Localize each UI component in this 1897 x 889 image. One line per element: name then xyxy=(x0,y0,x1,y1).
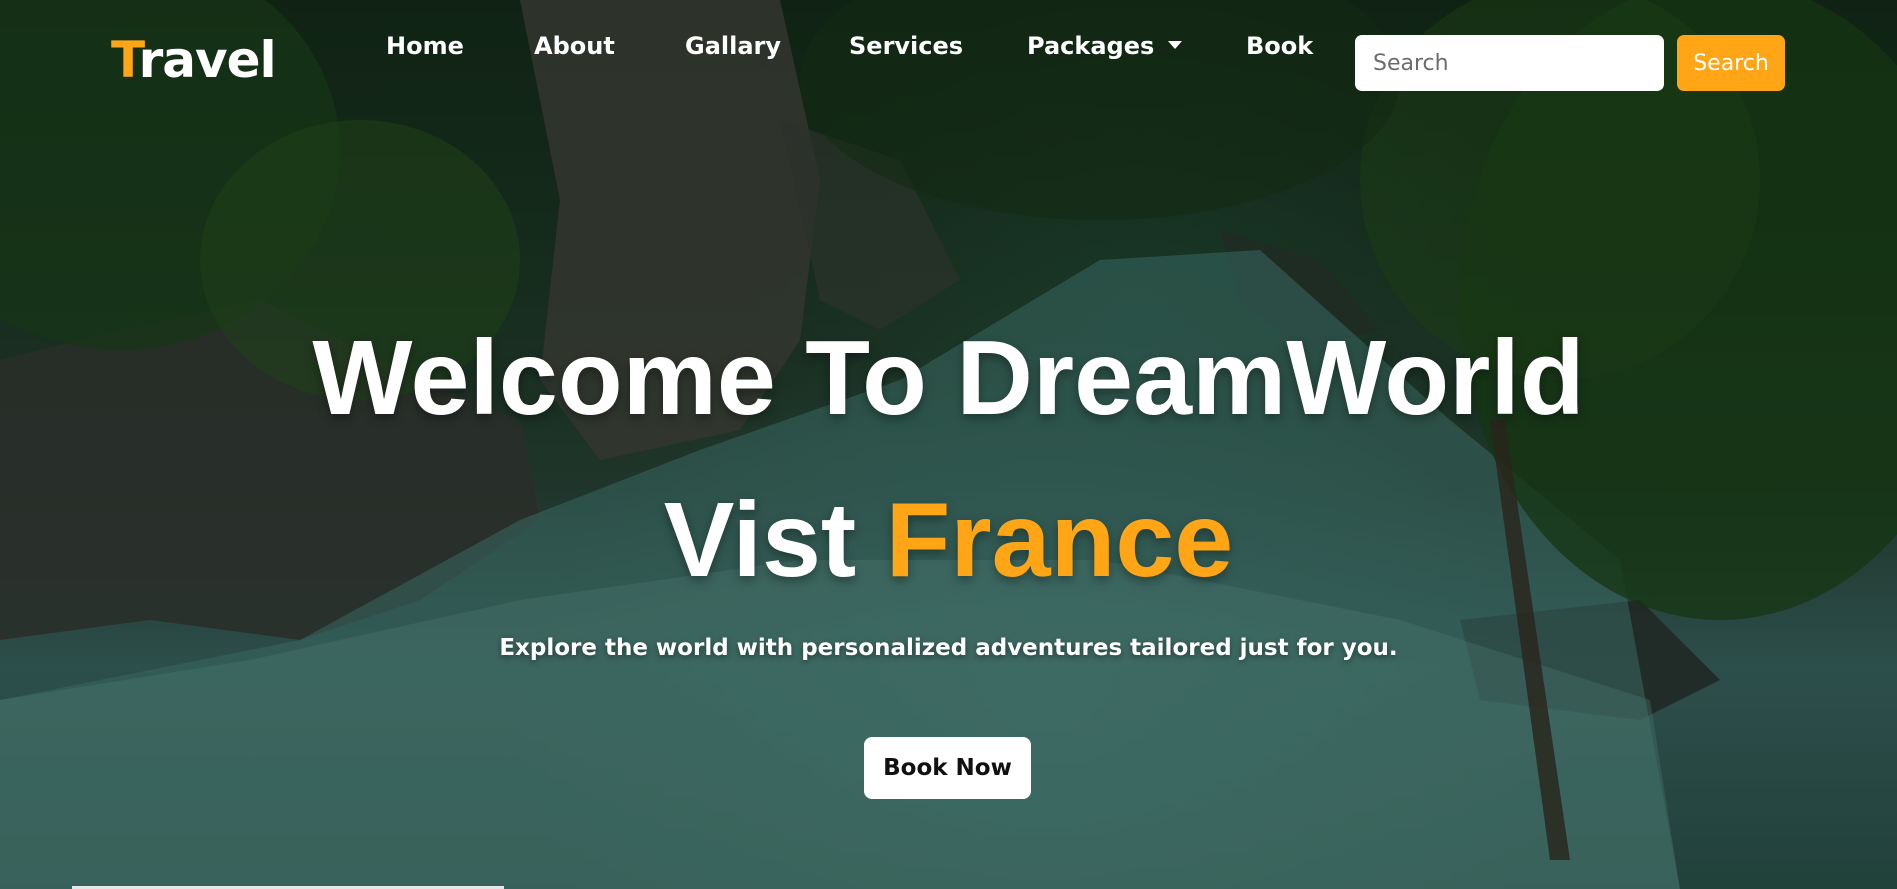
book-now-button[interactable]: Book Now xyxy=(864,737,1031,799)
nav-packages[interactable]: Packages xyxy=(1027,28,1183,64)
hero-subline-prefix: Vist xyxy=(663,481,886,599)
caret-down-icon xyxy=(1168,41,1183,49)
nav-about[interactable]: About xyxy=(534,28,615,64)
brand-logo-initial: T xyxy=(111,31,140,89)
search-button[interactable]: Search xyxy=(1677,35,1785,91)
hero-headline: Welcome To DreamWorld xyxy=(312,319,1585,437)
nav-services[interactable]: Services xyxy=(849,28,963,64)
brand-logo[interactable]: Travel xyxy=(111,30,277,90)
brand-logo-text: ravel xyxy=(138,31,277,89)
nav-packages-label: Packages xyxy=(1027,32,1155,60)
hero-subline-highlight: France xyxy=(885,481,1234,599)
hero-tagline: Explore the world with personalized adve… xyxy=(499,635,1398,661)
hero-subline: Vist France xyxy=(0,480,1897,600)
navbar: Travel Home About Gallary Services Packa… xyxy=(0,0,1897,120)
nav-gallary[interactable]: Gallary xyxy=(685,28,781,64)
hero-section: Travel Home About Gallary Services Packa… xyxy=(0,0,1897,889)
nav-book[interactable]: Book xyxy=(1246,28,1313,64)
nav-home[interactable]: Home xyxy=(386,28,464,64)
search-input[interactable] xyxy=(1355,35,1664,91)
